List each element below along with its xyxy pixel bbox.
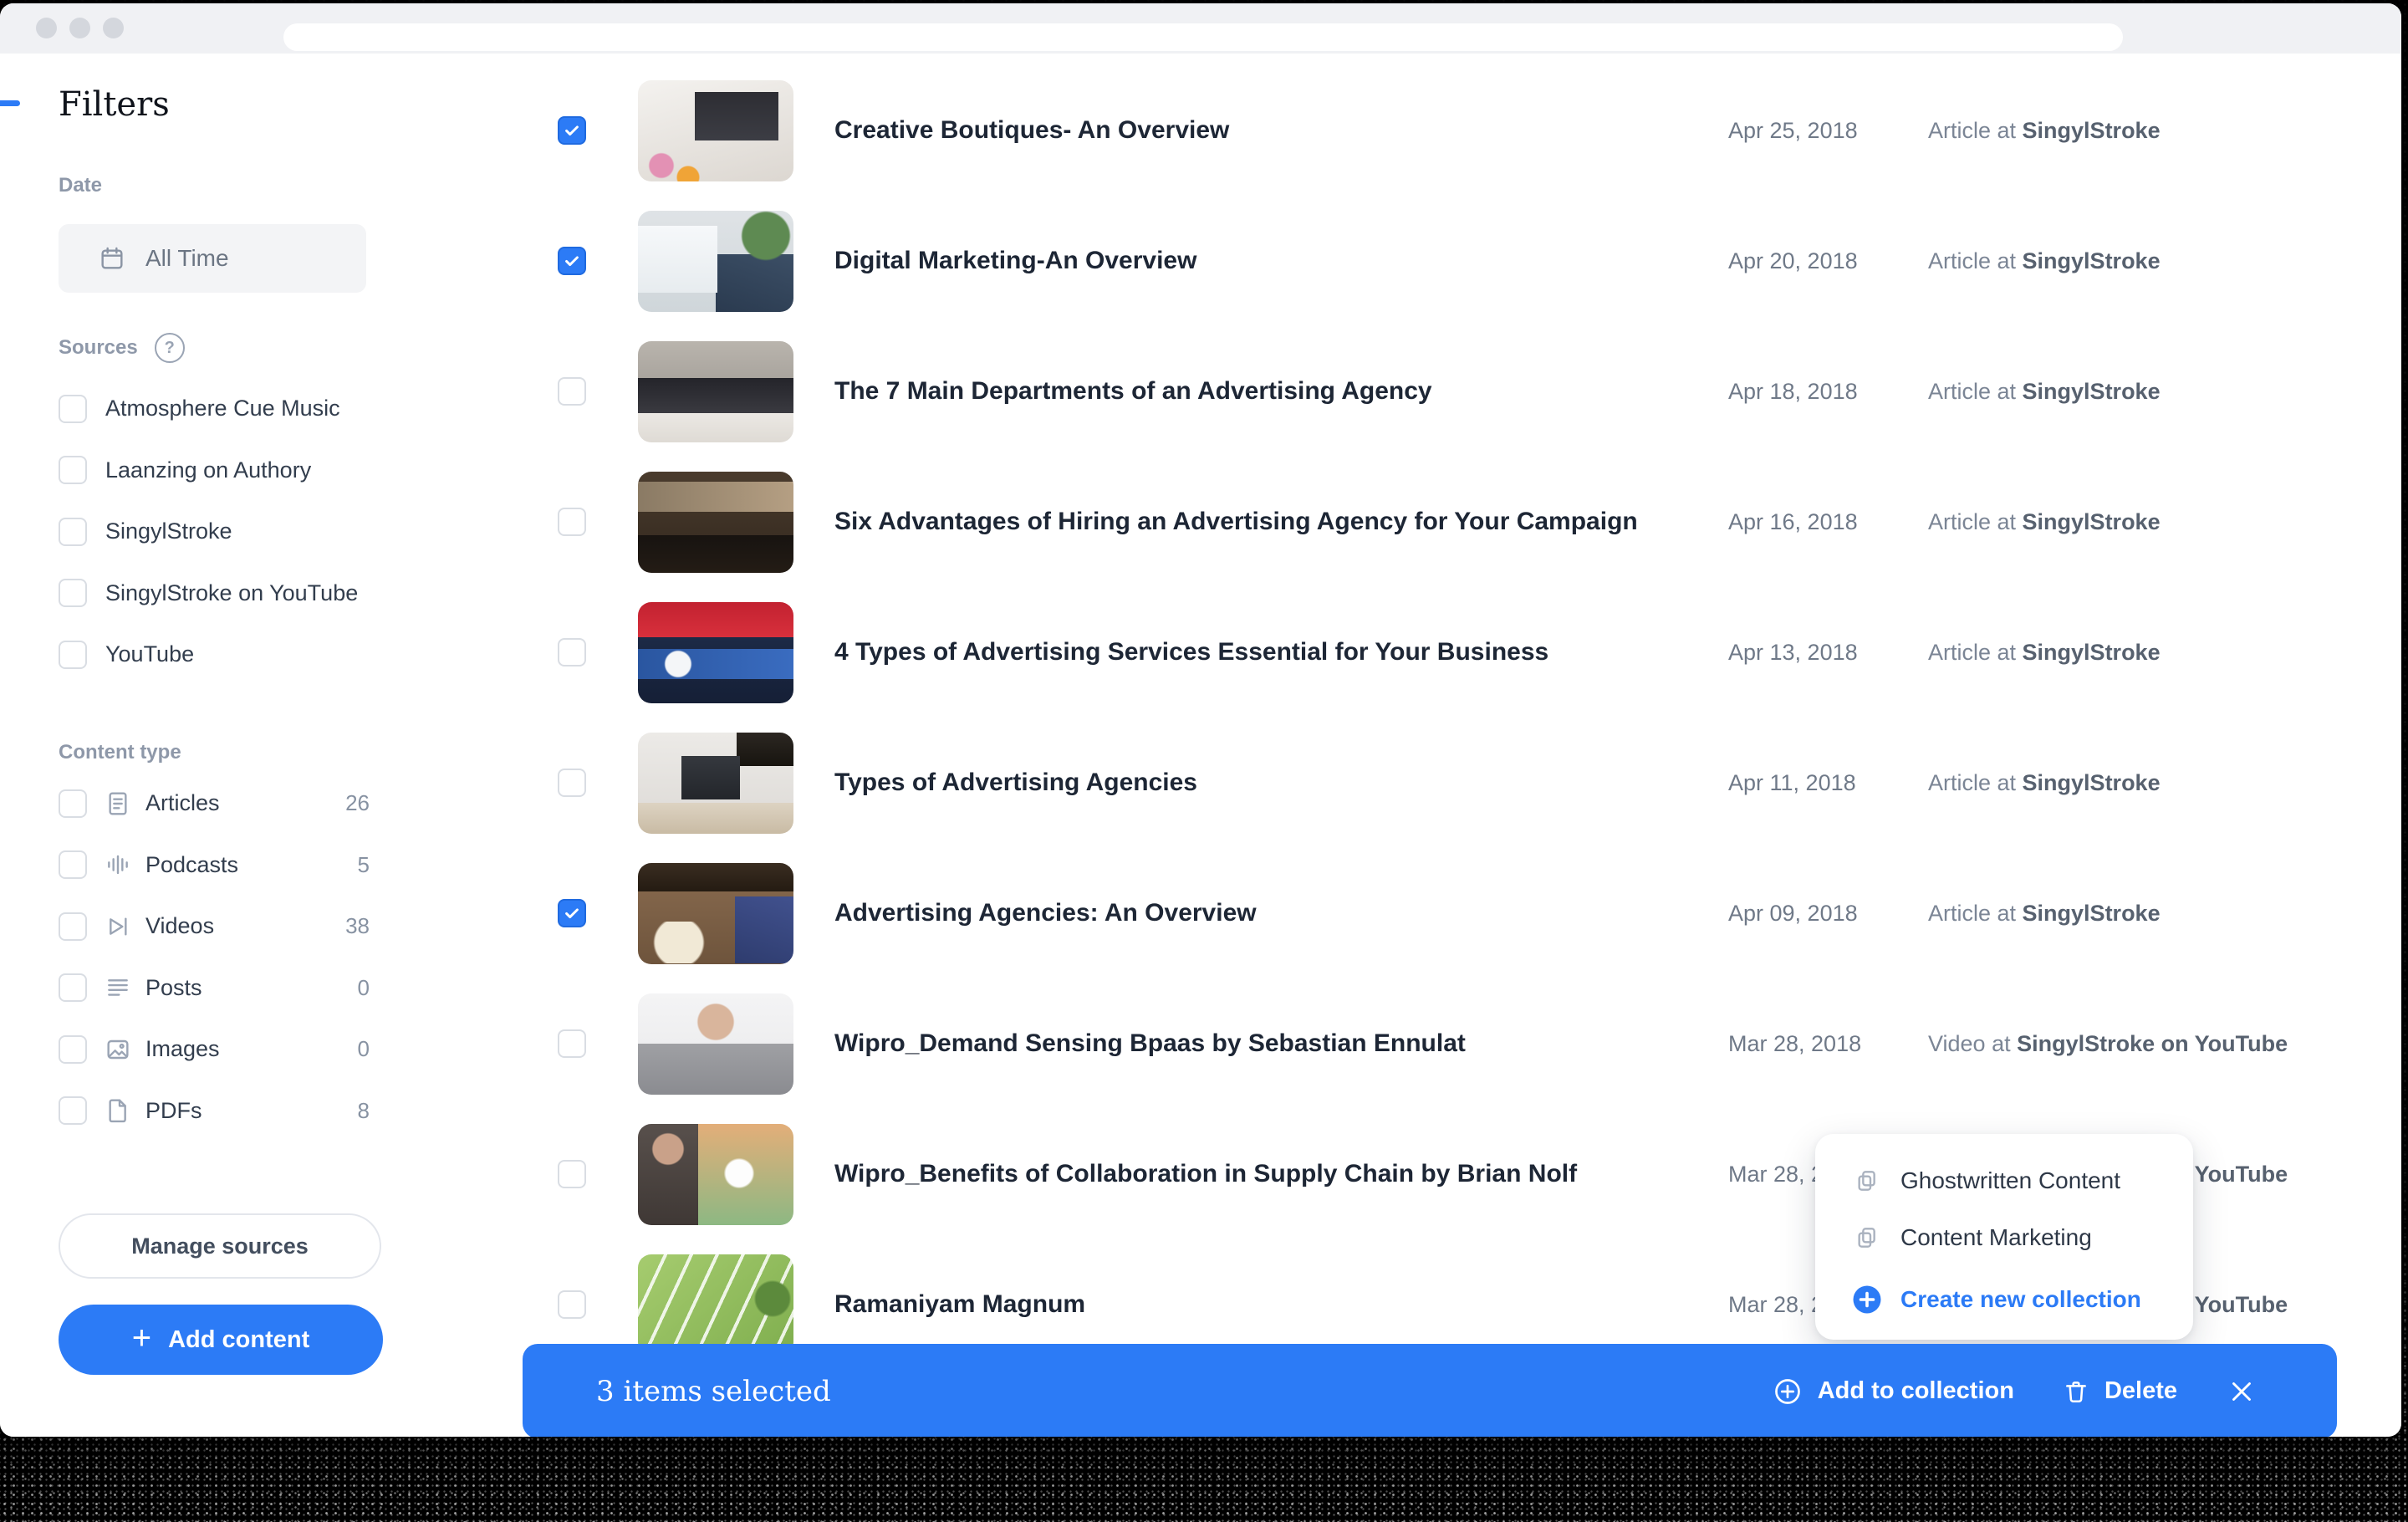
content-row: The 7 Main Departments of an Advertising… [0, 326, 2401, 457]
content-date: Apr 16, 2018 [1728, 509, 1904, 535]
content-source: Article at SingylStroke [1928, 770, 2161, 796]
photo-team-meeting-table [638, 863, 793, 964]
content-source: Article at SingylStroke [1928, 901, 2161, 927]
delete-button[interactable]: Delete [2063, 1377, 2177, 1405]
content-row: Six Advantages of Hiring an Advertising … [0, 457, 2401, 587]
copy-icon [1852, 1223, 1882, 1253]
content-date: Apr 09, 2018 [1728, 901, 1904, 927]
popup-collection-item[interactable]: Ghostwritten Content [1852, 1164, 2120, 1198]
content-row: 4 Types of Advertising Services Essentia… [0, 587, 2401, 718]
photo-city-billboards [638, 602, 793, 703]
content-date: Apr 11, 2018 [1728, 770, 1904, 796]
browser-chrome [0, 3, 2401, 54]
check-icon [563, 252, 581, 270]
delete-label: Delete [2104, 1377, 2177, 1405]
content-row: Advertising Agencies: An Overview Apr 09… [0, 848, 2401, 978]
content-date: Apr 18, 2018 [1728, 379, 1904, 405]
check-icon [563, 121, 581, 140]
content-title[interactable]: Creative Boutiques- An Overview [834, 115, 1671, 146]
content-date: Apr 13, 2018 [1728, 640, 1904, 666]
content-title[interactable]: Ramaniyam Magnum [834, 1289, 1671, 1320]
content-row: Creative Boutiques- An Overview Apr 25, … [0, 65, 2401, 196]
content-row: Digital Marketing-An Overview Apr 20, 20… [0, 196, 2401, 326]
checkbox[interactable] [558, 769, 586, 797]
checkbox[interactable] [558, 899, 586, 927]
checkbox[interactable] [558, 508, 586, 536]
selection-count-text: 3 items selected [596, 1375, 831, 1408]
content-row: Types of Advertising Agencies Apr 11, 20… [0, 718, 2401, 848]
photo-studio-desk-monitor [638, 733, 793, 834]
checkbox[interactable] [558, 638, 586, 667]
content-title[interactable]: Types of Advertising Agencies [834, 767, 1671, 799]
photo-dark-office-interior [638, 472, 793, 573]
content-source: Article at SingylStroke [1928, 118, 2161, 144]
checkbox[interactable] [558, 377, 586, 406]
content-row: Wipro_Demand Sensing Bpaas by Sebastian … [0, 978, 2401, 1109]
close-selection-button[interactable] [2226, 1376, 2258, 1407]
traffic-light-close-icon[interactable] [36, 18, 57, 38]
checkbox[interactable] [558, 1029, 586, 1058]
content-date: Mar 28, 2018 [1728, 1031, 1904, 1057]
content-source: Article at SingylStroke [1928, 640, 2161, 666]
content-title[interactable]: 4 Types of Advertising Services Essentia… [834, 636, 1671, 668]
photo-man-with-infographic [638, 1124, 793, 1225]
content-title[interactable]: Six Advantages of Hiring an Advertising … [834, 506, 1671, 538]
content-title[interactable]: Digital Marketing-An Overview [834, 245, 1671, 277]
content-title[interactable]: The 7 Main Departments of an Advertising… [834, 375, 1671, 407]
content-source: Article at SingylStroke [1928, 509, 2161, 535]
check-icon [563, 904, 581, 922]
main-area: Filters Date All Time Sources ? Atmosphe… [0, 54, 2401, 1437]
copy-icon [1852, 1166, 1882, 1196]
checkbox[interactable] [558, 1160, 586, 1188]
popup-collection-item[interactable]: Content Marketing [1852, 1221, 2092, 1254]
collections-popup: Ghostwritten Content Content Marketing C… [1815, 1134, 2193, 1340]
traffic-light-minimize-icon[interactable] [69, 18, 90, 38]
content-date: Apr 20, 2018 [1728, 248, 1904, 274]
content-source: Video at SingylStroke on YouTube [1928, 1031, 2288, 1057]
popup-collection-item[interactable]: Create new collection [1852, 1283, 2141, 1316]
content-title[interactable]: Wipro_Benefits of Collaboration in Suppl… [834, 1158, 1671, 1190]
trash-icon [2063, 1378, 2089, 1405]
checkbox[interactable] [558, 116, 586, 145]
add-to-collection-label: Add to collection [1818, 1377, 2014, 1405]
illustration-green-map [638, 1254, 793, 1356]
checkbox[interactable] [558, 1290, 586, 1319]
content-source: Article at SingylStroke [1928, 248, 2161, 274]
add-to-collection-button[interactable]: Add to collection [1773, 1376, 2014, 1407]
content-source: Article at SingylStroke [1928, 379, 2161, 405]
photo-man-in-gray-suit [638, 993, 793, 1095]
selection-bar-actions: Add to collection Delete [1773, 1376, 2258, 1407]
content-title[interactable]: Advertising Agencies: An Overview [834, 897, 1671, 929]
photo-office-desks-chairs [638, 341, 793, 442]
checkbox[interactable] [558, 247, 586, 275]
traffic-light-zoom-icon[interactable] [103, 18, 124, 38]
plus-circle-filled-icon [1852, 1285, 1882, 1315]
selection-bar: 3 items selected Add to collection Delet… [523, 1344, 2337, 1437]
popup-item-label: Create new collection [1900, 1286, 2141, 1313]
popup-item-label: Ghostwritten Content [1900, 1167, 2120, 1194]
photo-person-working-on-laptop [638, 211, 793, 312]
photo-hands-typing-on-laptop-desk [638, 80, 793, 181]
app-window: Filters Date All Time Sources ? Atmosphe… [0, 3, 2401, 1437]
url-bar[interactable] [283, 23, 2123, 51]
content-date: Apr 25, 2018 [1728, 118, 1904, 144]
content-title[interactable]: Wipro_Demand Sensing Bpaas by Sebastian … [834, 1028, 1671, 1060]
plus-circle-icon [1773, 1376, 1803, 1407]
close-icon [2226, 1376, 2258, 1407]
popup-item-label: Content Marketing [1900, 1224, 2092, 1251]
